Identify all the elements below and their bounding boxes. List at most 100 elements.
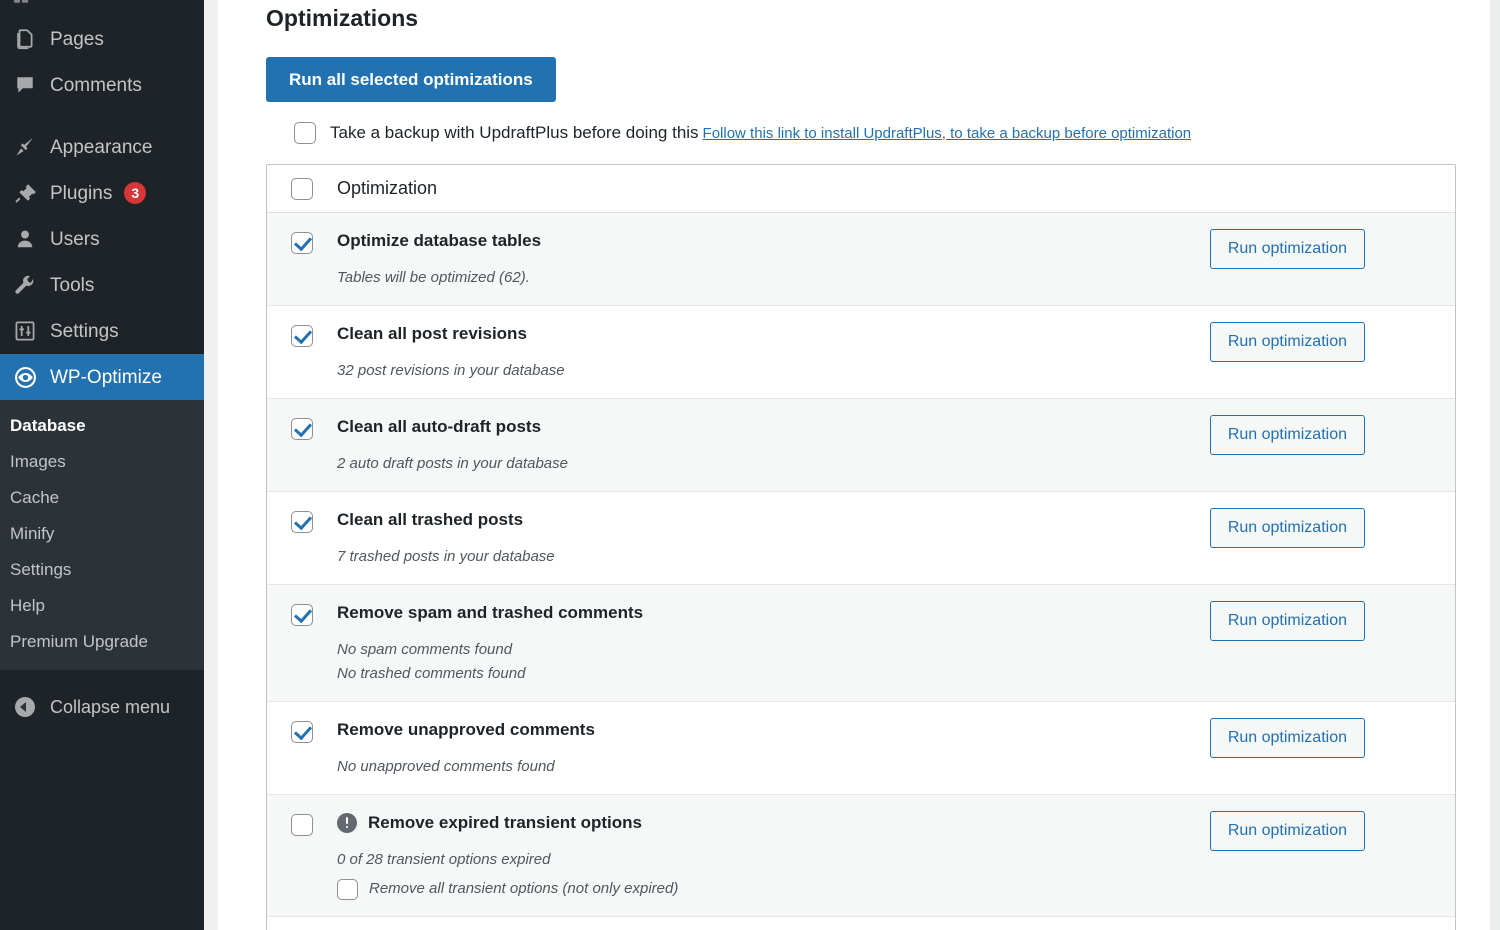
plugins-plug-icon xyxy=(10,182,40,204)
run-all-optimizations-button[interactable]: Run all selected optimizations xyxy=(266,57,556,102)
optimization-row-body: Clean all auto-draft posts 2 auto draft p… xyxy=(337,415,1210,475)
backup-checkbox[interactable] xyxy=(294,122,316,144)
optimization-row: Clean all auto-draft posts 2 auto draft p… xyxy=(267,399,1455,492)
sidebar-item-tools[interactable]: Tools xyxy=(0,262,204,308)
optimization-row-title: Clean all auto-draft posts xyxy=(337,416,1210,438)
sidebar-item-label: Settings xyxy=(50,320,119,342)
submenu-item-help[interactable]: Help xyxy=(0,588,204,624)
optimization-row-title-text: Clean all auto-draft posts xyxy=(337,417,542,436)
optimization-row-title: Remove spam and trashed comments xyxy=(337,602,1210,624)
run-optimization-button[interactable]: Run optimization xyxy=(1209,811,1365,851)
optimization-row-body: Clean all post revisions 32 post revision… xyxy=(337,322,1210,382)
optimization-row-title-text: Clean all trashed posts xyxy=(337,510,524,529)
main-content: Optimizations Run all selected optimizat… xyxy=(218,0,1500,930)
submenu-item-premium-upgrade[interactable]: Premium Upgrade xyxy=(0,624,204,660)
optimization-row: Remove pingbacksNo pingbacks foundRun op… xyxy=(267,917,1455,930)
sidebar-menu-list: Pages Comments Appearance Plugins 3 Users Tool… xyxy=(0,16,204,400)
sidebar-item-pages[interactable]: Pages xyxy=(0,16,204,62)
optimization-row-note: Tables will be optimized (62). xyxy=(337,269,530,286)
optimization-row-body: Remove spam and trashed comments No spam … xyxy=(337,601,1210,685)
optimization-row: Remove expired transient options 0 of 28 … xyxy=(267,795,1455,917)
optimization-row-title-text: Remove spam and trashed comments xyxy=(337,603,644,622)
remove-all-transients-checkbox[interactable] xyxy=(337,879,358,900)
optimization-row-action: Run optimization xyxy=(1209,718,1455,758)
run-optimization-button[interactable]: Run optimization xyxy=(1209,508,1365,548)
optimization-row-checkbox[interactable] xyxy=(291,511,313,533)
optimization-row-action: Run optimization xyxy=(1209,322,1455,362)
optimization-sub-option: Remove all transient options (not only e… xyxy=(337,876,1210,900)
optimization-row-body: Remove unapproved comments No unapproved … xyxy=(337,718,1210,778)
optimization-row-note: No trashed comments found xyxy=(337,665,526,682)
optimization-row-checkbox[interactable] xyxy=(291,325,313,347)
sidebar-item-label: Plugins xyxy=(50,182,113,204)
install-updraftplus-link[interactable]: Follow this link to install UpdraftPlus,… xyxy=(703,125,1192,142)
sidebar-item-settings[interactable]: Settings xyxy=(0,308,204,354)
users-icon xyxy=(10,228,40,250)
wordpress-admin-screen: Pages Comments Appearance Plugins 3 Users Tool… xyxy=(0,0,1500,930)
submenu-item-settings[interactable]: Settings xyxy=(0,552,204,588)
appearance-brush-icon xyxy=(10,136,40,158)
sidebar-item-appearance[interactable]: Appearance xyxy=(0,124,204,170)
optimization-row-action: Run optimization xyxy=(1209,229,1455,269)
optimization-row: Clean all trashed posts 7 trashed posts i… xyxy=(267,492,1455,585)
optimization-row-title-text: Optimize database tables xyxy=(337,231,542,250)
sidebar-content-gutter xyxy=(204,0,218,930)
sidebar-separator xyxy=(0,108,204,124)
submenu-item-database[interactable]: Database xyxy=(0,408,204,444)
run-optimization-button[interactable]: Run optimization xyxy=(1209,718,1365,758)
optimizations-table: Optimization Optimize database tables Tab… xyxy=(266,164,1456,930)
backup-label: Take a backup with UpdraftPlus before do… xyxy=(330,123,699,142)
optimization-row-action: Run optimization xyxy=(1209,811,1455,851)
optimization-row-title: Remove unapproved comments xyxy=(337,719,1210,741)
collapse-menu-button[interactable]: Collapse menu xyxy=(0,684,204,730)
optimization-row-checkbox[interactable] xyxy=(291,232,313,254)
optimization-row-action: Run optimization xyxy=(1209,508,1455,548)
sidebar-item-badge: 3 xyxy=(124,182,147,204)
sidebar-item-label: Tools xyxy=(50,274,95,296)
submenu-item-cache[interactable]: Cache xyxy=(0,480,204,516)
optimization-row-note: 7 trashed posts in your database xyxy=(337,548,555,565)
run-optimization-button[interactable]: Run optimization xyxy=(1209,601,1365,641)
optimization-row-checkbox[interactable] xyxy=(291,418,313,440)
comments-icon xyxy=(10,74,40,96)
sidebar-item-label: Users xyxy=(50,228,100,250)
optimization-row-note: 2 auto draft posts in your database xyxy=(337,455,568,472)
sidebar-top-cutoff xyxy=(0,0,204,16)
sidebar-item-wp-optimize[interactable]: WP-Optimize xyxy=(0,354,204,400)
optimization-row-checkbox[interactable] xyxy=(291,814,313,836)
settings-sliders-icon xyxy=(10,320,40,342)
run-optimization-button[interactable]: Run optimization xyxy=(1209,322,1365,362)
optimization-row-title-text: Remove expired transient options xyxy=(368,813,642,832)
optimization-row-title: Optimize database tables xyxy=(337,230,1210,252)
optimization-row-checkbox[interactable] xyxy=(291,604,313,626)
wp-optimize-eye-icon xyxy=(10,366,40,389)
backup-option-row: Take a backup with UpdraftPlus before do… xyxy=(266,122,1500,144)
sidebar-item-plugins[interactable]: Plugins 3 xyxy=(0,170,204,216)
column-header-optimization: Optimization xyxy=(337,178,438,198)
pages-icon xyxy=(10,28,40,50)
sidebar-item-label: Appearance xyxy=(50,136,153,158)
optimization-row: Clean all post revisions 32 post revision… xyxy=(267,306,1455,399)
sidebar-item-comments[interactable]: Comments xyxy=(0,62,204,108)
optimization-row-title-text: Clean all post revisions xyxy=(337,324,527,343)
submenu-item-images[interactable]: Images xyxy=(0,444,204,480)
optimization-row-checkbox[interactable] xyxy=(291,721,313,743)
optimization-row: Optimize database tables Tables will be o… xyxy=(267,213,1455,306)
sidebar-item-label: WP-Optimize xyxy=(50,366,162,388)
optimization-row-title: Remove expired transient options xyxy=(337,812,1210,834)
optimization-row: Remove unapproved comments No unapproved … xyxy=(267,702,1455,795)
page-right-strip xyxy=(1490,0,1500,930)
run-optimization-button[interactable]: Run optimization xyxy=(1209,415,1365,455)
optimization-row: Remove spam and trashed comments No spam … xyxy=(267,585,1455,702)
select-all-checkbox[interactable] xyxy=(291,177,313,200)
submenu-item-minify[interactable]: Minify xyxy=(0,516,204,552)
optimization-row-action: Run optimization xyxy=(1209,415,1455,455)
sidebar-item-label: Comments xyxy=(50,74,142,96)
optimization-row-title: Clean all post revisions xyxy=(337,323,1210,345)
optimization-row-body: Clean all trashed posts 7 trashed posts i… xyxy=(337,508,1210,568)
sidebar-item-users[interactable]: Users xyxy=(0,216,204,262)
run-optimization-button[interactable]: Run optimization xyxy=(1209,229,1365,269)
optimization-row-note: No spam comments found xyxy=(337,641,513,658)
remove-all-transients-label: Remove all transient options (not only e… xyxy=(369,879,679,897)
optimization-row-title: Clean all trashed posts xyxy=(337,509,1210,531)
